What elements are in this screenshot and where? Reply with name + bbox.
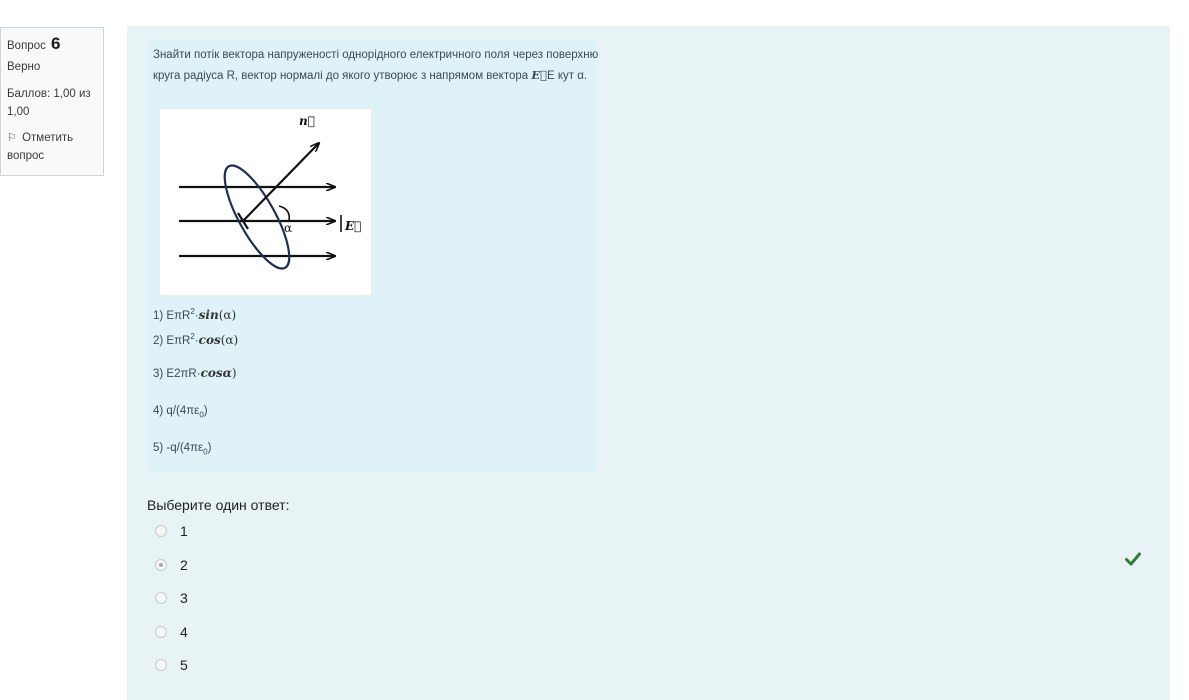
- flux-diagram: n⃗ α E⃗: [160, 109, 371, 295]
- answer-label: 3: [180, 590, 188, 606]
- option-5: 5) -q/(4πε0): [153, 442, 212, 457]
- question-number: Вопрос 6: [7, 34, 61, 53]
- vector-e-symbol: E⃗: [531, 67, 548, 82]
- normal-label: n⃗: [299, 114, 315, 128]
- angle-arc: [278, 205, 291, 222]
- radio-button[interactable]: [155, 626, 167, 638]
- option-3: 3) E2πR·cosα): [153, 366, 237, 380]
- flag-question-link[interactable]: ⚐ Отметить вопрос: [7, 129, 97, 165]
- question-info-panel: Вопрос 6 Верно Баллов: 1,00 из 1,00 ⚐ От…: [0, 27, 104, 176]
- answer-label: 5: [180, 657, 188, 673]
- question-content: Знайти потік вектора напруженості однорі…: [127, 26, 1170, 700]
- radio-button[interactable]: [155, 525, 167, 537]
- answer-label: 1: [180, 523, 188, 539]
- answer-prompt: Выберите один ответ:: [147, 497, 290, 513]
- field-label: E⃗: [344, 219, 361, 233]
- question-grade: Баллов: 1,00 из 1,00: [7, 88, 91, 118]
- question-state: Верно: [7, 61, 41, 73]
- question-text: Знайти потік вектора напруженості однорі…: [146, 40, 598, 472]
- question-stem: Знайти потік вектора напруженості однорі…: [153, 49, 599, 82]
- radio-button[interactable]: [155, 592, 167, 604]
- flag-icon: ⚐: [7, 132, 17, 144]
- flux-diagram-svg: n⃗ α E⃗: [179, 114, 361, 270]
- answer-label: 2: [180, 557, 188, 573]
- checkmark-icon: [1125, 552, 1141, 566]
- answer-label: 4: [180, 624, 188, 640]
- radio-button[interactable]: [155, 659, 167, 671]
- radio-button[interactable]: [155, 559, 167, 571]
- angle-label: α: [284, 221, 292, 235]
- option-4: 4) q/(4πε0): [153, 405, 208, 420]
- option-1: 1) EπR2·sin(α): [153, 307, 237, 322]
- option-2: 2) EπR2·cos(α): [153, 332, 239, 347]
